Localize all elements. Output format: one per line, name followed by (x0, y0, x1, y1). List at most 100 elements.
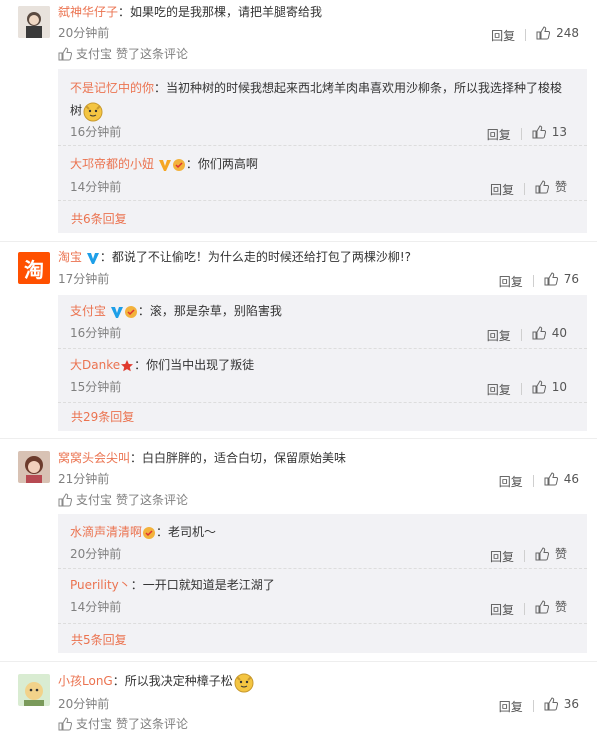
thumbs-up-icon (544, 697, 558, 711)
liked-by-text: 赞了这条评论 (116, 717, 189, 731)
reply-body: 大Danke ：你们当中出现了叛徒 (70, 356, 254, 374)
reply-list: 水滴声清清啊 ：老司机～ 20分钟前 回复赞 Puerility丶：一开口就知道是… (58, 514, 587, 653)
reply-time: 15分钟前 (70, 380, 122, 394)
avatar[interactable] (18, 451, 50, 483)
thumbs-up-icon (544, 272, 558, 286)
reply-button[interactable]: 回复 (499, 698, 523, 716)
avatar-photo-icon (18, 451, 50, 483)
thumbs-up-icon (536, 26, 551, 40)
reply-item: 水滴声清清啊 ：老司机～ 20分钟前 回复 赞 (58, 514, 587, 569)
blue-v-icon (110, 306, 123, 318)
liked-by-line: 支付宝 赞了这条评论 (58, 491, 188, 509)
comment-username[interactable]: 小孩LonG (58, 674, 113, 688)
like-button[interactable]: 46 (544, 470, 579, 488)
reply-text: ：你们两高啊 (185, 157, 258, 171)
comment-username[interactable]: 弑神华仔子 (58, 5, 118, 19)
like-label: 赞 (554, 180, 567, 194)
like-button[interactable]: 76 (544, 270, 579, 288)
reply-list: 不是记忆中的你：当初种树的时候我想起来西北烤羊肉串喜欢用沙柳条，所以我选择种了梭… (58, 69, 587, 233)
like-count: 13 (551, 125, 567, 139)
like-button[interactable]: 36 (544, 695, 579, 713)
reply-time: 14分钟前 (70, 600, 122, 614)
reply-actions: 回复 13 (487, 123, 567, 144)
liked-by-user[interactable]: 支付宝 (76, 45, 112, 63)
like-label: 赞 (554, 600, 567, 614)
reply-actions: 回复 10 (487, 378, 567, 399)
reply-button[interactable]: 回复 (490, 601, 514, 619)
reply-username[interactable]: 大Danke (70, 358, 120, 372)
like-count: 36 (563, 697, 579, 711)
liked-by-line: 支付宝 赞了这条评论 (58, 715, 188, 733)
reply-actions: 回复 赞 (490, 598, 567, 619)
comment-actions: 回复 76 (499, 270, 579, 291)
avatar[interactable]: 淘 (18, 252, 50, 284)
more-replies-link[interactable]: 共29条回复 (71, 408, 134, 425)
liked-by-user[interactable]: 支付宝 (76, 491, 112, 509)
reply-button[interactable]: 回复 (487, 381, 511, 399)
comment-item: 小孩LonG：所以我决定种樟子松 20分钟前 回复 36 支付宝 赞了这条评论 (0, 662, 597, 736)
like-label: 赞 (554, 547, 567, 561)
reply-button[interactable]: 回复 (491, 27, 515, 45)
blue-v-icon (86, 252, 99, 264)
comment-actions: 回复 36 (499, 695, 579, 716)
reply-time: 20分钟前 (70, 547, 122, 561)
action-divider (520, 329, 522, 341)
reply-text: ：老司机～ (156, 525, 217, 539)
like-button[interactable]: 248 (536, 24, 579, 42)
avatar[interactable] (18, 6, 50, 38)
comment-actions: 回复 46 (499, 470, 579, 491)
comment-time: 20分钟前 (58, 26, 110, 40)
thumbs-up-icon (58, 717, 72, 731)
avatar-photo-icon (18, 6, 50, 38)
reply-button[interactable]: 回复 (499, 473, 523, 491)
action-divider (523, 550, 525, 562)
like-button[interactable]: 40 (532, 324, 567, 342)
comment-actions: 回复 248 (491, 24, 579, 45)
reply-username[interactable]: Puerility丶 (70, 578, 131, 592)
more-replies-link[interactable]: 共5条回复 (71, 631, 127, 648)
reply-button[interactable]: 回复 (487, 327, 511, 345)
comment-username[interactable]: 淘宝 (58, 250, 82, 264)
reply-actions: 回复 赞 (490, 545, 567, 566)
comment-body: 小孩LonG：所以我决定种樟子松 (58, 669, 255, 693)
like-button[interactable]: 赞 (535, 545, 567, 563)
like-count: 40 (551, 326, 567, 340)
reply-button[interactable]: 回复 (490, 548, 514, 566)
liked-by-text: 赞了这条评论 (116, 493, 189, 507)
more-replies-link[interactable]: 共6条回复 (71, 210, 127, 227)
reply-username[interactable]: 水滴声清清啊 (70, 525, 142, 539)
reply-body: 水滴声清清啊 ：老司机～ (70, 523, 216, 541)
like-button[interactable]: 赞 (535, 178, 567, 196)
reply-time: 16分钟前 (70, 326, 122, 340)
like-button[interactable]: 10 (532, 378, 567, 396)
reply-item: Puerility丶：一开口就知道是老江湖了 14分钟前 回复 赞 (58, 569, 587, 624)
action-divider (523, 183, 525, 195)
reply-username[interactable]: 不是记忆中的你 (70, 81, 154, 95)
reply-text: ：滚，那是杂草，别陷害我 (137, 304, 282, 318)
avatar[interactable] (18, 674, 50, 706)
like-count: 10 (551, 380, 567, 394)
thumbs-up-icon (58, 47, 72, 61)
reply-button[interactable]: 回复 (499, 273, 523, 291)
like-button[interactable]: 赞 (535, 598, 567, 616)
action-divider (525, 29, 527, 41)
reply-button[interactable]: 回复 (490, 181, 514, 199)
comment-username[interactable]: 窝窝头会尖叫 (58, 451, 130, 465)
like-button[interactable]: 13 (532, 123, 567, 141)
reply-item: 支付宝 ：滚，那是杂草，别陷害我 16分钟前 回复 40 (58, 295, 587, 349)
liked-by-line: 支付宝 赞了这条评论 (58, 45, 188, 63)
liked-by-text: 赞了这条评论 (116, 47, 189, 61)
reply-username[interactable]: 支付宝 (70, 304, 106, 318)
liked-by-user[interactable]: 支付宝 (76, 715, 112, 733)
thumbs-up-icon (544, 472, 558, 486)
reply-item: 不是记忆中的你：当初种树的时候我想起来西北烤羊肉串喜欢用沙柳条，所以我选择种了梭… (58, 69, 587, 146)
thumbs-up-icon (535, 547, 549, 561)
thumbs-up-icon (532, 380, 546, 394)
comment-time: 20分钟前 (58, 697, 110, 711)
doge-emoji-icon (234, 673, 254, 692)
thumbs-up-icon (58, 493, 72, 507)
action-divider (520, 383, 522, 395)
reply-button[interactable]: 回复 (487, 126, 511, 144)
taobao-logo-icon: 淘 (24, 257, 44, 282)
reply-username[interactable]: 大邛帝都的小妞 (70, 157, 154, 171)
